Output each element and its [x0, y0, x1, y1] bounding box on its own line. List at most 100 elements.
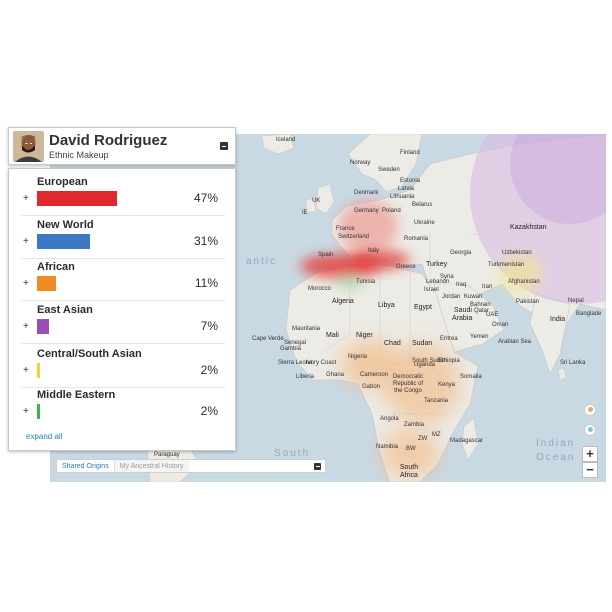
- map-label-jordan: Jordan: [442, 294, 461, 300]
- ethnicity-bar: [37, 191, 117, 206]
- ethnicity-name: New World: [37, 219, 94, 231]
- map-label-norway: Norway: [350, 160, 371, 166]
- map-label-uk: UK: [312, 198, 321, 204]
- expand-toggle-icon[interactable]: +: [23, 406, 29, 417]
- expand-toggle-icon[interactable]: +: [23, 365, 29, 376]
- map-label-madagascar: Madagascar: [450, 438, 484, 444]
- row-divider: [21, 343, 225, 344]
- map-label-israel: Israel: [424, 287, 439, 293]
- location-pin-teal-icon[interactable]: [584, 424, 596, 436]
- profile-header: David Rodriguez Ethnic Makeup: [8, 127, 236, 165]
- map-label-zimbabwe: ZW: [418, 436, 428, 442]
- map-label-mali: Mali: [326, 332, 339, 339]
- map-label-pakistan: Pakistan: [516, 299, 540, 305]
- expand-toggle-icon[interactable]: +: [23, 193, 29, 204]
- map-label-arabia: Arabia: [452, 315, 473, 322]
- profile-subtitle: Ethnic Makeup: [49, 150, 109, 160]
- map-label-uzbekistan: Uzbekistan: [502, 250, 532, 256]
- zoom-out-button[interactable]: −: [582, 462, 598, 478]
- map-label-ethiopia: Ethiopia: [438, 358, 460, 364]
- map-label-ocean-south: South: [274, 448, 311, 459]
- map-label-uganda: Uganda: [414, 362, 436, 368]
- ethnicity-row[interactable]: African +11%: [9, 258, 235, 301]
- map-label-sudan: Sudan: [412, 340, 433, 347]
- map-label-oman: Oman: [492, 322, 509, 328]
- map-label-morocco: Morocco: [308, 286, 332, 292]
- map-label-drc: Democratic Republic of the Congo: [392, 374, 424, 394]
- expand-toggle-icon[interactable]: +: [23, 278, 29, 289]
- collapse-icon[interactable]: [220, 142, 228, 150]
- map-label-denmark: Denmark: [354, 190, 379, 196]
- map-label-tanzania: Tanzania: [424, 398, 449, 404]
- ethnicity-row[interactable]: Central/South Asian +2%: [9, 345, 235, 388]
- expand-toggle-icon[interactable]: +: [23, 236, 29, 247]
- map-label-niger: Niger: [356, 332, 373, 339]
- map-label-arabian-sea: Arabian Sea: [498, 339, 532, 345]
- map-label-ukraine: Ukraine: [414, 220, 435, 226]
- map-label-iraq: Iraq: [456, 282, 467, 288]
- map-label-ghana: Ghana: [326, 372, 345, 378]
- ethnicity-percent: 47%: [193, 191, 218, 205]
- map-label-iran: Iran: [482, 284, 493, 290]
- map-label-atlantic: antic: [246, 256, 278, 267]
- tabs-collapse-icon[interactable]: [314, 462, 321, 470]
- map-label-germany: Germany: [354, 208, 379, 214]
- map-label-yemen: Yemen: [470, 334, 489, 340]
- location-pin-orange-icon[interactable]: [584, 404, 596, 416]
- map-label-iceland: Iceland: [276, 137, 296, 143]
- map-label-georgia: Georgia: [450, 250, 472, 256]
- map-label-liberia: Liberia: [296, 374, 315, 380]
- expand-toggle-icon[interactable]: +: [23, 321, 29, 332]
- ethnicity-percent: 11%: [194, 276, 218, 290]
- map-label-poland: Poland: [382, 208, 401, 214]
- zoom-in-button[interactable]: +: [582, 446, 598, 462]
- map-label-turkmenistan: Turkmenistan: [488, 262, 525, 268]
- map-label-somalia: Somalia: [460, 374, 482, 380]
- map-label-mozambique: MZ: [432, 432, 441, 438]
- map-label-paraguay: Paraguay: [154, 452, 180, 458]
- map-label-ocean-ocean: Ocean: [536, 452, 576, 463]
- ethnicity-percent: 2%: [200, 404, 218, 418]
- map-label-kazakhstan: Kazakhstan: [510, 224, 547, 231]
- map-label-mauritania: Mauritania: [292, 326, 321, 332]
- map-label-angola: Angola: [380, 416, 399, 422]
- ethnicity-name: East Asian: [37, 304, 93, 316]
- ethnicity-row[interactable]: New World +31%: [9, 216, 235, 259]
- map-label-uae: UAE: [486, 312, 499, 318]
- map-label-ocean-indian: Indian: [536, 438, 576, 449]
- ethnicity-row[interactable]: Middle Eastern +2%: [9, 386, 235, 428]
- ethnicity-bar: [37, 363, 40, 378]
- ethnicity-name: Middle Eastern: [37, 389, 116, 401]
- map-label-nigeria: Nigeria: [348, 354, 368, 360]
- map-label-gambia: Gambia: [280, 346, 302, 352]
- map-label-romania: Romania: [404, 236, 429, 242]
- expand-all-link[interactable]: expand all: [26, 432, 62, 441]
- ethnicity-percent: 7%: [200, 319, 218, 333]
- map-label-nepal: Nepal: [568, 298, 584, 304]
- map-label-bangladesh: Banglade: [576, 311, 602, 317]
- ethnicity-row[interactable]: European +47%: [9, 173, 235, 216]
- tab-shared-origins[interactable]: Shared Origins: [57, 460, 115, 472]
- map-label-greece: Greece: [396, 264, 416, 270]
- map-label-botswana: BW: [406, 446, 416, 452]
- ethnicity-bar: [37, 404, 40, 419]
- map-label-latvia: Latvia: [398, 186, 415, 192]
- map-label-egypt: Egypt: [414, 304, 432, 311]
- map-label-sri-lanka: Sri Lanka: [560, 360, 586, 366]
- map-label-algeria: Algeria: [332, 298, 354, 305]
- map-label-sweden: Sweden: [378, 167, 400, 173]
- ethnicity-bar: [37, 234, 90, 249]
- tab-my-ancestral-history[interactable]: My Ancestral History: [114, 460, 189, 472]
- ethnicity-name: European: [37, 176, 88, 188]
- ethnicity-percent: 31%: [193, 234, 218, 248]
- map-label-south-africa: South Africa: [399, 464, 419, 479]
- map-label-afghanistan: Afghanistan: [508, 279, 540, 285]
- ethnicity-row[interactable]: East Asian +7%: [9, 301, 235, 344]
- map-label-lithuania: Lithuania: [390, 194, 415, 200]
- map-label-belarus: Belarus: [412, 202, 433, 208]
- map-label-namibia: Namibia: [376, 444, 399, 450]
- map-label-italy: Italy: [368, 248, 380, 254]
- map-label-sierra: Sierra Leone: [278, 360, 313, 366]
- map-label-cameroon: Cameroon: [360, 372, 389, 378]
- map-label-cape-verde: Cape Verde: [252, 336, 284, 342]
